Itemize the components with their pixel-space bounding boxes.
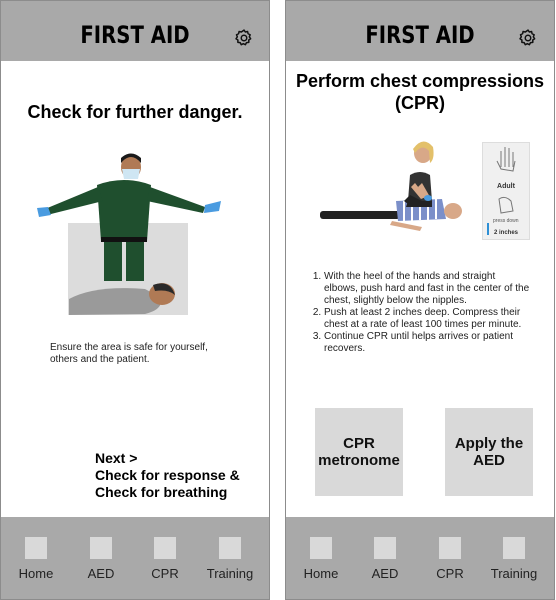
adult-label: Adult [497,183,515,190]
nav-training[interactable]: Training [483,517,545,599]
hands-icon [496,147,516,172]
nav-label: Training [206,566,254,581]
screen-check-danger: FIRST AID Check for further danger. Ensu… [0,0,270,600]
nav-cpr[interactable]: CPR [134,517,196,599]
next-label: Next > [95,450,138,466]
page-heading: Perform chest compressions (CPR) [295,71,545,113]
nav-placeholder-icon [310,537,332,559]
nav-placeholder-icon [219,537,241,559]
adult-depth-card: Adult press down 2 inches [482,142,530,240]
nav-home[interactable]: Home [5,517,67,599]
nav-label: Training [490,566,538,581]
nav-training[interactable]: Training [199,517,261,599]
next-step-link[interactable]: Next > Check for response & Check for br… [95,450,265,501]
cpr-illustration [320,141,462,231]
cpr-metronome-button[interactable]: CPR metronome [315,408,403,496]
cpr-steps-list: With the heel of the hands and straight … [294,271,530,355]
bottom-nav: Home AED CPR Training [1,517,269,599]
gear-icon[interactable] [234,28,254,48]
nav-label: CPR [436,566,464,581]
nav-cpr[interactable]: CPR [419,517,481,599]
nav-placeholder-icon [25,537,47,559]
responder-illustration [37,153,221,315]
nav-placeholder-icon [503,537,525,559]
nav-label: AED [87,566,115,581]
app-title: FIRST AID [365,21,475,49]
list-item: With the heel of the hands and straight … [324,271,530,307]
depth-arrow-icon [487,223,489,235]
app-title: FIRST AID [80,21,190,49]
page-heading: Check for further danger. [27,102,243,122]
nav-placeholder-icon [439,537,461,559]
compression-hand-icon [498,196,514,214]
nav-aed[interactable]: AED [70,517,132,599]
bottom-nav: Home AED CPR Training [286,517,554,599]
nav-placeholder-icon [154,537,176,559]
press-label: press down [493,218,519,224]
depth-label: 2 inches [494,230,519,236]
nav-aed[interactable]: AED [354,517,416,599]
nav-placeholder-icon [374,537,396,559]
top-bar: FIRST AID [1,1,269,61]
list-item: Continue CPR until helps arrives or pati… [324,331,530,355]
top-bar: FIRST AID [286,1,554,61]
list-item: Push at least 2 inches deep. Compress th… [324,307,530,331]
nav-label: Home [303,566,339,581]
nav-label: AED [371,566,399,581]
gear-icon[interactable] [518,28,538,48]
screen-cpr: FIRST AID Perform chest compressions (CP… [285,0,555,600]
safety-description: Ensure the area is safe for yourself, ot… [50,342,208,365]
next-step-line-2: Check for breathing [95,484,228,500]
apply-aed-button[interactable]: Apply the AED [445,408,533,496]
nav-label: Home [18,566,54,581]
nav-placeholder-icon [90,537,112,559]
nav-label: CPR [151,566,179,581]
next-step-line-1: Check for response & [95,467,240,483]
nav-home[interactable]: Home [290,517,352,599]
